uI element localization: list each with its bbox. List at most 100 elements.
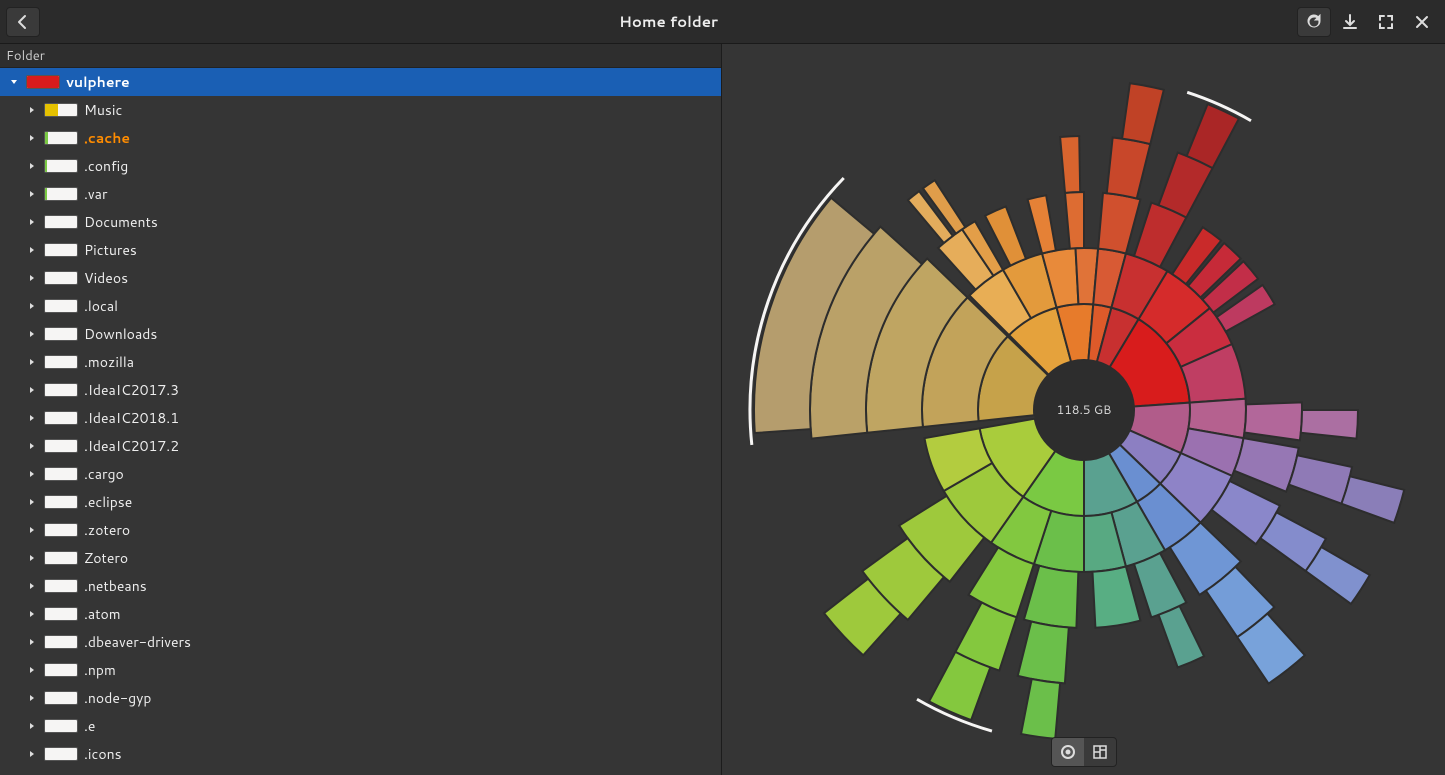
expander-right-icon[interactable] [26,440,38,452]
tree-row[interactable]: .cache [0,124,721,152]
sunburst-segment[interactable] [1122,83,1164,144]
sunburst-segment[interactable] [1186,104,1238,168]
rings-chart-button[interactable] [1052,738,1084,766]
sunburst-segment[interactable] [1106,137,1149,198]
sunburst-segment[interactable] [1305,547,1369,604]
size-swatch [44,383,78,397]
expander-right-icon[interactable] [26,384,38,396]
sunburst-segment[interactable] [1158,605,1204,667]
expander-right-icon[interactable] [26,720,38,732]
size-swatch [44,411,78,425]
tree-row[interactable]: .mozilla [0,348,721,376]
size-swatch [44,663,78,677]
tree-row[interactable]: .zotero [0,516,721,544]
tree-row[interactable]: .netbeans [0,572,721,600]
folder-name: .netbeans [84,576,147,596]
size-swatch [44,607,78,621]
size-swatch [44,439,78,453]
tree-row[interactable]: Pictures [0,236,721,264]
sunburst-segment[interactable] [1023,565,1077,627]
tree-row[interactable]: Zotero [0,544,721,572]
expander-right-icon[interactable] [26,188,38,200]
expander-right-icon[interactable] [26,328,38,340]
folder-name: .dbeaver-drivers [84,632,191,652]
tree-row[interactable]: .config [0,152,721,180]
size-swatch [26,75,60,89]
sunburst-segment[interactable] [1341,476,1404,523]
tree-row[interactable]: .var [0,180,721,208]
save-button[interactable] [1333,7,1367,37]
tree-row[interactable]: .eclipse [0,488,721,516]
tree-row[interactable]: .dbeaver-drivers [0,628,721,656]
sunburst-segment[interactable] [1098,192,1140,253]
sunburst-segment[interactable] [1244,402,1302,440]
sunburst-segment[interactable] [1288,455,1351,503]
expander-right-icon[interactable] [26,636,38,648]
expander-right-icon[interactable] [26,748,38,760]
tree-row[interactable]: Videos [0,264,721,292]
size-swatch [44,495,78,509]
rescan-button[interactable] [1297,7,1331,37]
tree-column-header[interactable]: Folder [0,44,721,68]
sunburst-chart[interactable]: 118.5 GB [734,60,1434,760]
expander-right-icon[interactable] [26,244,38,256]
tree-row[interactable]: .npm [0,656,721,684]
fullscreen-button[interactable] [1369,7,1403,37]
tree-row[interactable]: .atom [0,600,721,628]
size-swatch [44,635,78,649]
sunburst-segment[interactable] [1017,621,1068,683]
expander-right-icon[interactable] [26,412,38,424]
tree-row[interactable]: Downloads [0,320,721,348]
folder-tree[interactable]: vulphereMusic.cache.config .var DocumentsP… [0,68,721,775]
tree-row[interactable]: .cargo [0,460,721,488]
sunburst-segment[interactable] [1021,678,1060,738]
sunburst-segment[interactable] [1027,195,1055,253]
expander-right-icon[interactable] [26,300,38,312]
expander-right-icon[interactable] [26,356,38,368]
expander-right-icon[interactable] [26,216,38,228]
sunburst-segment[interactable] [1060,136,1080,193]
expander-right-icon[interactable] [26,692,38,704]
folder-name: .icons [84,744,122,764]
folder-name: Downloads [84,324,157,344]
folder-name: .eclipse [84,492,132,512]
tree-row[interactable]: Music [0,96,721,124]
size-swatch [44,159,78,173]
folder-tree-panel: Folder vulphereMusic.cache.config .var Doc… [0,44,722,775]
expander-right-icon[interactable] [26,160,38,172]
size-swatch [44,747,78,761]
expander-right-icon[interactable] [26,468,38,480]
size-swatch [44,215,78,229]
expander-right-icon[interactable] [26,608,38,620]
tree-row[interactable]: .node-gyp [0,684,721,712]
expander-right-icon[interactable] [26,580,38,592]
tree-row[interactable]: .IdeaIC2017.2 [0,432,721,460]
expander-right-icon[interactable] [26,552,38,564]
sunburst-segment[interactable] [1065,192,1084,249]
treemap-chart-button[interactable] [1084,738,1116,766]
main-split: Folder vulphereMusic.cache.config .var Doc… [0,44,1445,775]
expander-right-icon[interactable] [26,104,38,116]
expander-right-icon[interactable] [26,496,38,508]
size-swatch [44,243,78,257]
expander-right-icon[interactable] [26,272,38,284]
close-button[interactable] [1405,7,1439,37]
tree-row[interactable]: Documents [0,208,721,236]
tree-row[interactable]: .icons [0,740,721,768]
expander-right-icon[interactable] [26,524,38,536]
size-swatch [44,719,78,733]
folder-name: .local [84,296,118,316]
back-button[interactable] [6,7,40,37]
tree-row[interactable]: .IdeaIC2018.1 [0,404,721,432]
expander-right-icon[interactable] [26,132,38,144]
expander-down-icon[interactable] [8,76,20,88]
tree-row[interactable]: .local [0,292,721,320]
tree-row[interactable]: .e [0,712,721,740]
tree-row-root[interactable]: vulphere [0,68,721,96]
tree-row[interactable]: .IdeaIC2017.3 [0,376,721,404]
size-swatch [44,327,78,341]
folder-name: .var [84,184,107,204]
sunburst-segment[interactable] [1300,410,1357,439]
sunburst-segment[interactable] [1092,566,1140,627]
expander-right-icon[interactable] [26,664,38,676]
